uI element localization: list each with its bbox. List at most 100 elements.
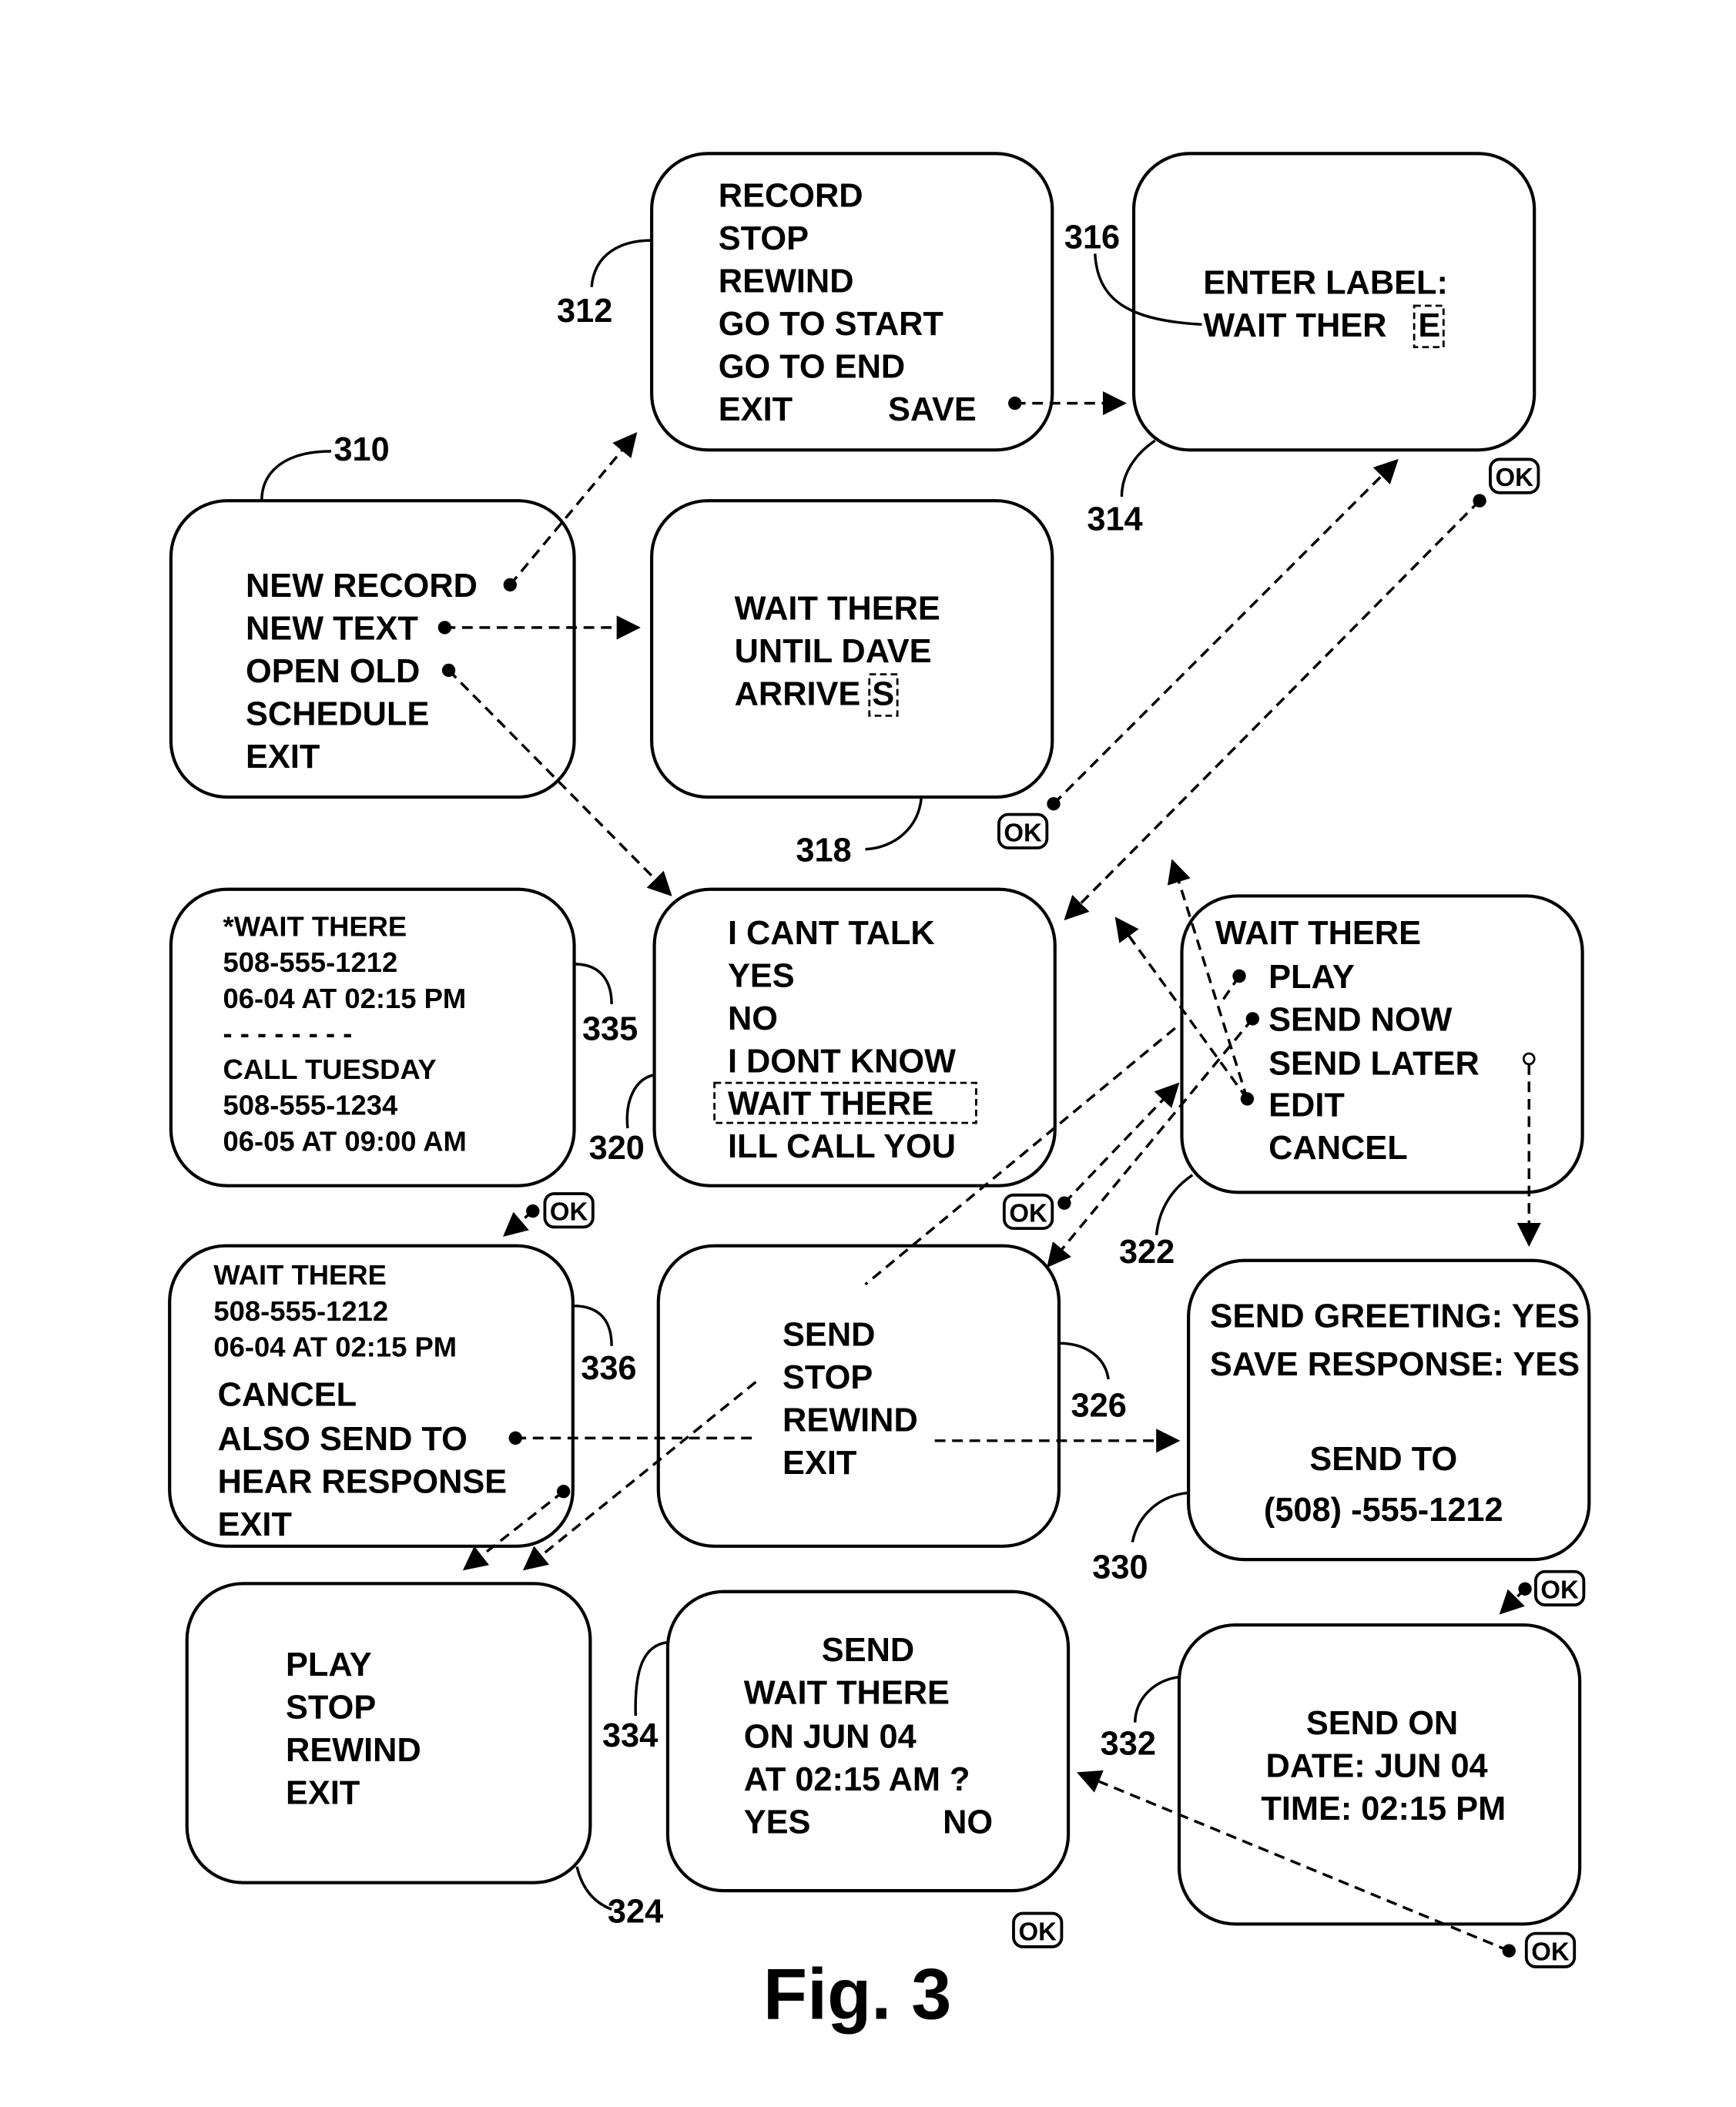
send-greeting-setting[interactable]: SEND GREETING: YES xyxy=(1210,1298,1580,1335)
svg-text:OK: OK xyxy=(1540,1575,1579,1603)
leader-line-310 xyxy=(260,450,331,501)
saved-item-1-label[interactable]: *WAIT THERE xyxy=(223,910,407,942)
menu-item-rewind[interactable]: REWIND xyxy=(719,263,854,300)
menu-item-hear-response[interactable]: HEAR RESPONSE xyxy=(218,1463,508,1500)
menu-item-exit[interactable]: EXIT xyxy=(286,1774,360,1811)
menu-item-stop[interactable]: STOP xyxy=(719,220,809,257)
menu-item-edit[interactable]: EDIT xyxy=(1268,1087,1345,1124)
ref-label-312: 312 xyxy=(557,293,612,330)
menu-item-go-to-start[interactable]: GO TO START xyxy=(719,306,943,343)
menu-item-cancel[interactable]: CANCEL xyxy=(218,1377,357,1414)
separator: - - - - - - - - xyxy=(223,1017,353,1049)
menu-item-exit[interactable]: EXIT xyxy=(218,1506,292,1543)
ref-label-320: 320 xyxy=(589,1130,645,1167)
message-time: 06-04 AT 02:15 PM xyxy=(213,1332,457,1363)
arrow-314-ok-to-320 xyxy=(1064,499,1481,921)
leader-line-320 xyxy=(625,1074,655,1129)
reply-option-3[interactable]: NO xyxy=(728,1000,778,1037)
confirm-yes-button[interactable]: YES xyxy=(744,1804,811,1841)
menu-item-open-old[interactable]: OPEN OLD xyxy=(246,653,420,690)
menu-item-send[interactable]: SEND xyxy=(783,1317,875,1354)
menu-item-send-now[interactable]: SEND NOW xyxy=(1268,1002,1452,1039)
patent-figure-3: RECORD STOP REWIND GO TO START GO TO END… xyxy=(168,152,1591,2035)
ref-label-324: 324 xyxy=(608,1894,663,1931)
svg-text:OK: OK xyxy=(1495,463,1533,491)
leader-line-326 xyxy=(1058,1342,1110,1380)
confirm-no-button[interactable]: NO xyxy=(943,1804,993,1841)
ok-button-330[interactable]: OK xyxy=(1534,1569,1586,1606)
menu-item-new-text[interactable]: NEW TEXT xyxy=(246,611,418,648)
menu-item-schedule[interactable]: SCHEDULE xyxy=(246,695,429,732)
reply-option-2[interactable]: YES xyxy=(728,957,795,994)
screen-326: SEND STOP REWIND EXIT 326 xyxy=(656,1244,1127,1548)
svg-text:OK: OK xyxy=(1531,1937,1570,1965)
ref-label-330: 330 xyxy=(1092,1549,1148,1586)
svg-text:OK: OK xyxy=(1004,818,1042,846)
figure-caption: Fig. 3 xyxy=(763,1954,951,2035)
menu-item-stop[interactable]: STOP xyxy=(783,1359,873,1396)
ok-button-318[interactable]: OK xyxy=(997,812,1049,849)
message-number: 508-555-1212 xyxy=(213,1295,388,1327)
screen-322: WAIT THERE PLAY SEND NOW SEND LATER EDIT… xyxy=(1119,894,1584,1271)
menu-item-record[interactable]: RECORD xyxy=(719,178,863,215)
reply-option-5-selected[interactable]: WAIT THERE xyxy=(728,1086,933,1123)
arrow-320-ok-to-322 xyxy=(1063,1082,1180,1204)
arrow-335-ok-to-336 xyxy=(503,1210,534,1237)
send-to-number[interactable]: (508) -555-1212 xyxy=(1264,1492,1503,1529)
screen-332: SEND ON DATE: JUN 04 TIME: 02:15 PM 332 xyxy=(1101,1623,1582,1926)
menu-item-exit[interactable]: EXIT xyxy=(783,1445,856,1482)
saved-item-2-label[interactable]: CALL TUESDAY xyxy=(223,1054,437,1085)
screen-330: SEND GREETING: YES SAVE RESPONSE: YES SE… xyxy=(1092,1258,1591,1586)
menu-item-stop[interactable]: STOP xyxy=(286,1689,376,1726)
saved-item-1-time: 06-04 AT 02:15 PM xyxy=(223,983,467,1014)
message-title: WAIT THERE xyxy=(1215,915,1421,952)
ref-label-314: 314 xyxy=(1087,501,1142,538)
cursor-char: S xyxy=(872,675,894,712)
save-response-setting[interactable]: SAVE RESPONSE: YES xyxy=(1210,1346,1580,1383)
ok-button-334[interactable]: OK xyxy=(1012,1911,1064,1948)
leader-line-324 xyxy=(575,1866,612,1911)
message-line-3[interactable]: ARRIVE xyxy=(735,675,861,712)
screen-312: RECORD STOP REWIND GO TO START GO TO END… xyxy=(557,152,1054,452)
menu-item-also-send-to[interactable]: ALSO SEND TO xyxy=(218,1421,468,1458)
ok-button-314[interactable]: OK xyxy=(1489,457,1540,494)
menu-item-play[interactable]: PLAY xyxy=(286,1646,372,1683)
ok-button-335[interactable]: OK xyxy=(543,1192,595,1229)
reply-option-4[interactable]: I DONT KNOW xyxy=(728,1043,956,1080)
cursor-char: E xyxy=(1418,307,1440,344)
svg-text:OK: OK xyxy=(1018,1917,1057,1945)
menu-item-cancel[interactable]: CANCEL xyxy=(1268,1130,1408,1167)
ok-button-332[interactable]: OK xyxy=(1524,1931,1577,1968)
screen-314: ENTER LABEL: WAIT THER E 316 314 xyxy=(1064,152,1537,538)
screen-336: WAIT THERE 508-555-1212 06-04 AT 02:15 P… xyxy=(168,1244,637,1548)
menu-item-exit[interactable]: EXIT xyxy=(719,391,793,428)
screen-334: SEND WAIT THERE ON JUN 04 AT 02:15 AM ? … xyxy=(602,1589,1071,1893)
menu-item-send-later[interactable]: SEND LATER xyxy=(1268,1046,1480,1083)
screen-335: *WAIT THERE 508-555-1212 06-04 AT 02:15 … xyxy=(169,887,638,1187)
label-input-text[interactable]: WAIT THER xyxy=(1203,307,1386,344)
date-field[interactable]: DATE: JUN 04 xyxy=(1266,1748,1488,1785)
ok-button-320[interactable]: OK xyxy=(1002,1193,1054,1231)
ref-label-316: 316 xyxy=(1064,219,1120,256)
time-field[interactable]: TIME: 02:15 PM xyxy=(1261,1790,1506,1827)
menu-item-save[interactable]: SAVE xyxy=(888,391,977,428)
arrow-330-ok-to-332 xyxy=(1499,1588,1527,1615)
message-line-2: UNTIL DAVE xyxy=(735,633,932,670)
leader-line-312 xyxy=(590,239,652,287)
message-label: WAIT THERE xyxy=(213,1259,387,1291)
menu-item-rewind[interactable]: REWIND xyxy=(783,1402,918,1439)
reply-option-1[interactable]: I CANT TALK xyxy=(728,915,935,952)
leader-line-330 xyxy=(1131,1491,1189,1543)
screen-320: I CANT TALK YES NO I DONT KNOW WAIT THER… xyxy=(589,887,1057,1187)
menu-item-go-to-end[interactable]: GO TO END xyxy=(719,349,905,386)
menu-item-rewind[interactable]: REWIND xyxy=(286,1732,421,1769)
send-on-title: SEND ON xyxy=(1306,1705,1458,1742)
menu-item-new-record[interactable]: NEW RECORD xyxy=(246,568,478,605)
reply-option-6[interactable]: ILL CALL YOU xyxy=(728,1128,956,1165)
screen-314-frame xyxy=(1131,152,1537,452)
ref-label-334: 334 xyxy=(602,1717,658,1754)
menu-item-exit[interactable]: EXIT xyxy=(246,739,320,775)
confirm-date: ON JUN 04 xyxy=(744,1719,917,1756)
ref-label-318: 318 xyxy=(796,832,851,869)
menu-item-play[interactable]: PLAY xyxy=(1268,959,1355,996)
